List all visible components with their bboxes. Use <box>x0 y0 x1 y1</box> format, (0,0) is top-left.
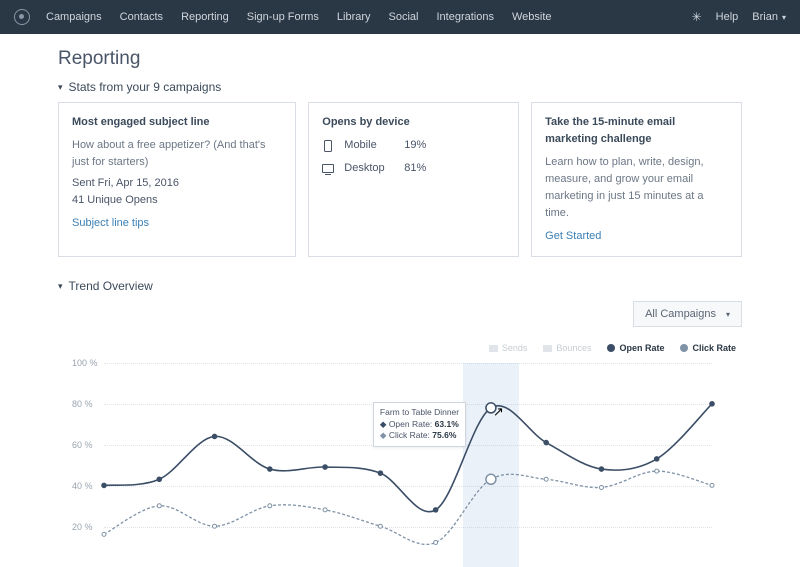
stats-title: Stats from your 9 campaigns <box>69 80 222 94</box>
trend-chart[interactable]: Open / Click Rate Email Count 100 %80 %6… <box>58 357 742 567</box>
card-title: Take the 15-minute email marketing chall… <box>545 114 728 148</box>
data-point[interactable] <box>433 508 438 513</box>
highlight-point[interactable] <box>486 475 496 485</box>
mobile-icon <box>322 140 334 152</box>
data-point[interactable] <box>323 508 327 512</box>
data-point[interactable] <box>710 484 714 488</box>
y-tick: 80 % <box>72 399 93 409</box>
chart-legend: Sends Bounces Open Rate Click Rate <box>58 343 742 353</box>
data-point[interactable] <box>434 541 438 545</box>
data-point[interactable] <box>378 525 382 529</box>
help-link[interactable]: Help <box>716 11 739 23</box>
legend-sends[interactable]: Sends <box>489 343 528 353</box>
chart-tooltip: Farm to Table Dinner◆ Open Rate: 63.1%◆ … <box>373 402 466 446</box>
data-point[interactable] <box>378 471 383 476</box>
data-point[interactable] <box>102 533 106 537</box>
caret-down-icon: ▾ <box>58 82 63 93</box>
card-title: Most engaged subject line <box>72 114 282 131</box>
nav-social[interactable]: Social <box>389 11 419 23</box>
card-opens-device: Opens by device Mobile 19% Desktop 81% <box>308 102 519 257</box>
data-point[interactable] <box>655 469 659 473</box>
data-point[interactable] <box>212 434 217 439</box>
data-point[interactable] <box>157 477 162 482</box>
device-row-desktop: Desktop 81% <box>322 160 505 177</box>
challenge-body: Learn how to plan, write, design, measur… <box>545 154 728 222</box>
nav-library[interactable]: Library <box>337 11 371 23</box>
nav-contacts[interactable]: Contacts <box>120 11 163 23</box>
data-point[interactable] <box>599 486 603 490</box>
data-point[interactable] <box>268 504 272 508</box>
data-point[interactable] <box>213 525 217 529</box>
topbar: Campaigns Contacts Reporting Sign-up For… <box>0 0 800 34</box>
nav-website[interactable]: Website <box>512 11 552 23</box>
legend-click[interactable]: Click Rate <box>680 343 736 353</box>
data-point[interactable] <box>599 467 604 472</box>
user-name: Brian <box>752 11 778 23</box>
subject-text: How about a free appetizer? (And that's … <box>72 137 282 171</box>
data-point[interactable] <box>268 467 273 472</box>
device-value: 81% <box>404 160 426 177</box>
series-click-rate <box>104 471 712 544</box>
trend-title: Trend Overview <box>69 279 153 293</box>
data-point[interactable] <box>323 465 328 470</box>
logo-icon[interactable] <box>14 9 30 25</box>
main-nav: Campaigns Contacts Reporting Sign-up For… <box>46 11 692 23</box>
device-value: 19% <box>404 137 426 154</box>
caret-down-icon: ▾ <box>58 281 63 292</box>
device-row-mobile: Mobile 19% <box>322 137 505 154</box>
desktop-icon <box>322 164 334 173</box>
device-label: Desktop <box>344 160 394 177</box>
chevron-down-icon: ▾ <box>726 310 730 319</box>
data-point[interactable] <box>544 478 548 482</box>
notifications-icon[interactable]: ✳ <box>692 10 702 24</box>
y-tick: 40 % <box>72 481 93 491</box>
stats-toggle[interactable]: ▾ Stats from your 9 campaigns <box>58 80 742 94</box>
page-title: Reporting <box>58 48 742 70</box>
data-point[interactable] <box>157 504 161 508</box>
legend-bounces[interactable]: Bounces <box>543 343 591 353</box>
nav-campaigns[interactable]: Campaigns <box>46 11 102 23</box>
campaign-filter[interactable]: All Campaigns ▾ <box>633 301 742 327</box>
chevron-down-icon: ▾ <box>782 13 786 22</box>
y-tick: 20 % <box>72 522 93 532</box>
y-tick: 60 % <box>72 440 93 450</box>
user-menu[interactable]: Brian ▾ <box>752 11 786 23</box>
card-challenge: Take the 15-minute email marketing chall… <box>531 102 742 257</box>
get-started-link[interactable]: Get Started <box>545 228 728 245</box>
data-point[interactable] <box>544 441 549 446</box>
data-point[interactable] <box>710 402 715 407</box>
legend-open[interactable]: Open Rate <box>607 343 664 353</box>
unique-opens: 41 Unique Opens <box>72 192 282 209</box>
data-point[interactable] <box>102 483 107 488</box>
card-subject-line: Most engaged subject line How about a fr… <box>58 102 296 257</box>
filter-label: All Campaigns <box>645 308 716 320</box>
device-label: Mobile <box>344 137 394 154</box>
subject-tips-link[interactable]: Subject line tips <box>72 215 282 232</box>
stats-cards: Most engaged subject line How about a fr… <box>58 102 742 257</box>
nav-reporting[interactable]: Reporting <box>181 11 229 23</box>
nav-signup[interactable]: Sign-up Forms <box>247 11 319 23</box>
sent-date: Sent Fri, Apr 15, 2016 <box>72 175 282 192</box>
y-tick: 100 % <box>72 358 98 368</box>
cursor-icon: ↖ <box>493 404 504 420</box>
trend-toggle[interactable]: ▾ Trend Overview <box>58 279 742 293</box>
data-point[interactable] <box>654 457 659 462</box>
card-title: Opens by device <box>322 114 505 131</box>
nav-integrations[interactable]: Integrations <box>437 11 494 23</box>
